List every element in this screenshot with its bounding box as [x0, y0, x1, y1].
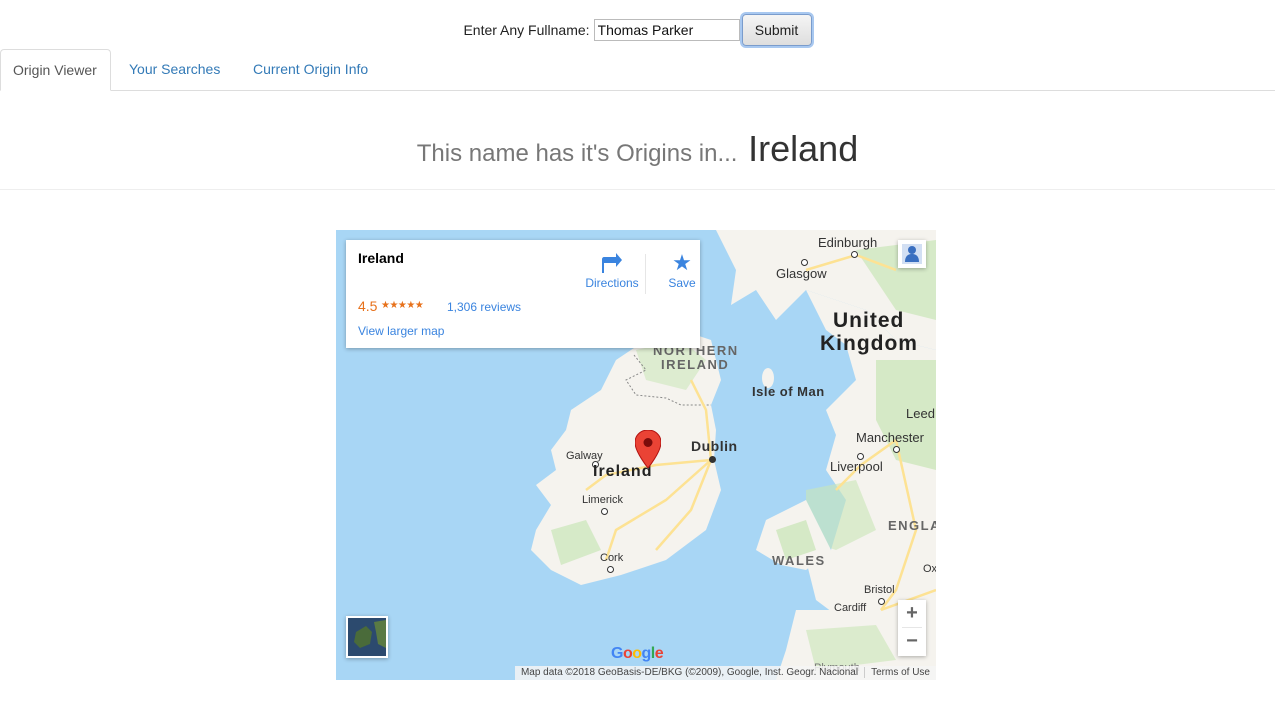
tab-bar: Origin Viewer Your Searches Current Orig…: [0, 49, 1275, 91]
divider: [0, 189, 1275, 190]
city-dot: [607, 566, 614, 573]
location-pin-icon[interactable]: [635, 430, 661, 468]
city-dot: [893, 446, 900, 453]
label-dublin: Dublin: [691, 438, 738, 454]
place-info-card: Ireland Directions ★ Save 4.5 ★★★★★ 1,30…: [346, 240, 700, 348]
satellite-toggle[interactable]: [346, 616, 388, 658]
google-map[interactable]: Edinburgh Glasgow United Kingdom NORTHER…: [336, 230, 936, 680]
label-leeds: Leed: [906, 406, 935, 421]
action-divider: [645, 254, 646, 294]
submit-button[interactable]: Submit: [741, 14, 812, 46]
origin-prefix: This name has it's Origins in...: [416, 140, 738, 167]
terms-of-use-link[interactable]: Terms of Use: [864, 667, 936, 678]
label-isle-of-man: Isle of Man: [752, 384, 825, 399]
name-form: Enter Any Fullname: Submit: [0, 14, 1275, 46]
label-edinburgh: Edinburgh: [818, 235, 878, 250]
fullname-label: Enter Any Fullname:: [463, 22, 590, 38]
directions-label: Directions: [585, 276, 639, 290]
city-dot: [878, 598, 885, 605]
star-icon: ★: [672, 250, 692, 275]
directions-button[interactable]: Directions: [582, 250, 642, 290]
tab-origin-viewer[interactable]: Origin Viewer: [0, 49, 111, 91]
label-manchester: Manchester: [856, 430, 924, 445]
pegman-icon: [902, 244, 922, 264]
label-england: ENGLA: [888, 518, 936, 533]
label-united: United: [833, 309, 905, 332]
city-dot: [851, 251, 858, 258]
tab-your-searches[interactable]: Your Searches: [117, 49, 232, 91]
label-galway: Galway: [566, 450, 603, 462]
label-glasgow: Glasgow: [776, 266, 827, 281]
label-limerick: Limerick: [582, 494, 623, 506]
label-kingdom: Kingdom: [820, 332, 918, 355]
label-wales: WALES: [772, 553, 826, 568]
view-larger-map-link[interactable]: View larger map: [358, 324, 444, 338]
label-cardiff: Cardiff: [834, 602, 867, 614]
zoom-out-button[interactable]: −: [898, 628, 926, 655]
city-dot: [801, 259, 808, 266]
origin-heading: This name has it's Origins in... Ireland: [0, 128, 1275, 170]
zoom-controls: + −: [898, 600, 926, 656]
origin-country: Ireland: [748, 128, 859, 169]
directions-icon: [602, 253, 622, 273]
label-liverpool: Liverpool: [830, 459, 883, 474]
attribution-text: Map data ©2018 GeoBasis-DE/BKG (©2009), …: [520, 667, 859, 678]
save-button[interactable]: ★ Save: [652, 250, 712, 290]
city-dot: [601, 508, 608, 515]
place-title: Ireland: [358, 250, 404, 266]
label-ireland-region: IRELAND: [661, 357, 730, 372]
google-logo: Google: [611, 645, 664, 662]
label-bristol: Bristol: [864, 584, 895, 596]
zoom-in-button[interactable]: +: [898, 600, 926, 627]
tab-current-origin-info[interactable]: Current Origin Info: [241, 49, 380, 91]
reviews-link[interactable]: 1,306 reviews: [447, 300, 521, 314]
capital-dot: [709, 456, 716, 463]
fullname-input[interactable]: [593, 19, 740, 41]
map-attribution: Map data ©2018 GeoBasis-DE/BKG (©2009), …: [514, 666, 936, 680]
street-view-pegman[interactable]: [898, 240, 926, 268]
save-label: Save: [668, 276, 696, 290]
rating-stars: ★★★★★: [381, 300, 424, 311]
label-cork: Cork: [600, 552, 624, 564]
satellite-thumbnail-icon: [348, 618, 386, 656]
label-oxford: Ox: [923, 563, 936, 575]
rating-value: 4.5: [358, 298, 378, 314]
